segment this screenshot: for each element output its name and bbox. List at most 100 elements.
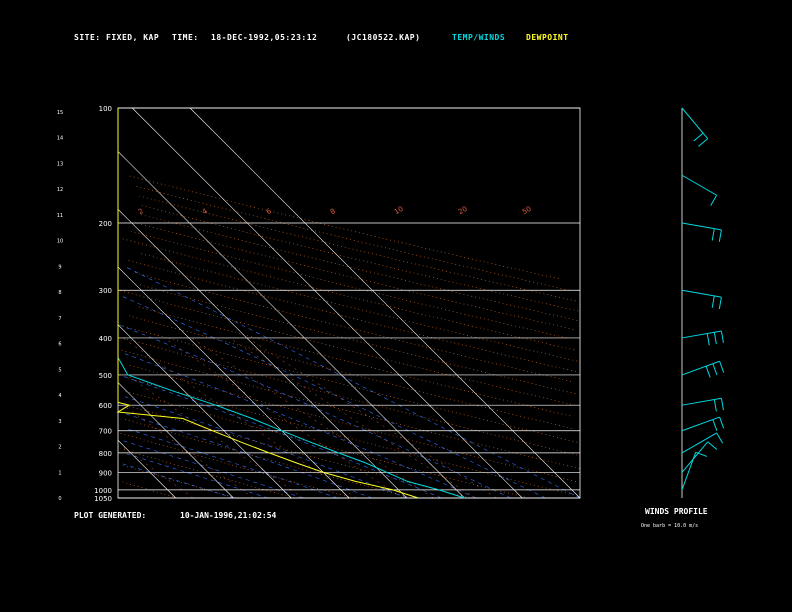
wind-profile <box>681 107 725 498</box>
height-km-label: 10 <box>57 239 63 245</box>
height-km-label: 5 <box>58 367 61 373</box>
wind-barb-flag <box>698 138 709 147</box>
dry-adiabat-line <box>119 324 578 443</box>
wind-barb-flag <box>718 229 722 242</box>
isotherm-line <box>117 324 292 499</box>
wind-barb-flag <box>718 297 722 310</box>
height-km-label: 0 <box>58 496 61 502</box>
wind-barb-flag <box>707 441 718 450</box>
isotherm-line <box>132 107 523 499</box>
isotherm-line <box>117 382 234 499</box>
height-km-label: 8 <box>58 290 61 296</box>
wind-barb-staff <box>681 432 717 454</box>
mixing-ratio-label: 20 <box>457 205 469 216</box>
pressure-label: 1050 <box>94 495 112 503</box>
wind-barb-staff <box>681 441 709 473</box>
plot-frame <box>117 107 581 499</box>
height-km-label: 14 <box>57 136 63 142</box>
moist-adiabat-line <box>119 324 511 499</box>
wind-barb-flag <box>719 416 725 429</box>
pressure-label: 300 <box>99 287 112 295</box>
wind-barb-flag <box>706 333 710 346</box>
barb-scale-note: One barb = 10.0 m/s <box>641 523 699 529</box>
wind-barb-flag <box>710 195 718 206</box>
dry-adiabat-line <box>141 205 579 312</box>
mixing-ratio-label: 8 <box>329 207 337 216</box>
dry-adiabat-line <box>135 305 571 417</box>
wind-barb-flag <box>719 361 725 373</box>
mixing-ratio-label: 6 <box>265 207 273 216</box>
wind-barb-flag <box>705 366 711 378</box>
plot-generated-label: PLOT GENERATED: <box>74 511 147 520</box>
dry-adiabat-lines <box>118 175 580 499</box>
moist-adiabat-line <box>125 428 338 499</box>
height-km-label: 12 <box>57 187 63 193</box>
dry-adiabat-line <box>121 464 236 499</box>
pressure-label: 800 <box>99 450 112 458</box>
axis-labels: 1002003004005006007008009001000105001234… <box>57 105 533 503</box>
moist-adiabat-line <box>123 452 269 499</box>
height-km-label: 3 <box>58 419 61 425</box>
mixing-ratio-label: 2 <box>137 207 145 216</box>
pressure-label: 1000 <box>94 487 112 495</box>
wind-barb-flag <box>711 228 715 241</box>
dry-adiabat-line <box>139 252 578 362</box>
isotherm-line <box>117 209 407 499</box>
dry-adiabat-line <box>130 230 567 339</box>
moist-adiabat-line <box>124 266 581 499</box>
winds-profile-title: WINDS PROFILE <box>645 507 708 516</box>
skewt-chart: 1002003004005006007008009001000105001234… <box>57 105 725 503</box>
wind-barb-staff <box>681 222 722 231</box>
isotherm-line <box>117 266 350 499</box>
wind-barb-flag <box>716 432 724 444</box>
dry-adiabat-line <box>120 448 295 499</box>
height-km-label: 1 <box>58 470 61 476</box>
mixing-ratio-label: 50 <box>521 205 533 216</box>
pressure-label: 400 <box>99 335 112 343</box>
pressure-label: 700 <box>99 428 112 436</box>
wind-barb-flag <box>712 363 718 376</box>
dry-adiabat-line <box>136 222 574 330</box>
dry-adiabat-line <box>134 272 572 382</box>
mixing-ratio-label: 4 <box>201 207 209 216</box>
dry-adiabat-line <box>127 175 559 280</box>
plot-border <box>117 107 581 499</box>
wind-barb-staff <box>681 289 722 298</box>
height-km-label: 9 <box>58 264 61 270</box>
height-km-label: 11 <box>57 213 63 219</box>
height-km-label: 7 <box>58 316 61 322</box>
mixing-ratio-label: 10 <box>393 205 405 216</box>
moist-adiabat-line <box>120 295 546 499</box>
wind-barb-staff <box>681 174 717 196</box>
wind-barb-flag <box>713 399 717 412</box>
dry-adiabat-line <box>138 284 576 394</box>
dry-adiabat-line <box>124 390 529 499</box>
dry-adiabat-line <box>122 238 575 351</box>
height-km-label: 6 <box>58 342 61 348</box>
height-km-label: 13 <box>57 161 63 167</box>
mixing-ratio-line <box>123 447 194 499</box>
dry-adiabat-line <box>120 349 580 469</box>
wind-barb-flag <box>711 295 715 308</box>
wind-barb-flag <box>713 332 717 345</box>
mixing-ratio-line <box>191 337 434 499</box>
isotherm-line <box>117 440 176 499</box>
pressure-label: 100 <box>99 105 112 113</box>
height-km-label: 15 <box>57 110 63 116</box>
plot-generated-value: 10-JAN-1996,21:02:54 <box>180 511 277 520</box>
isotherm-line <box>117 151 465 499</box>
wind-barb-flag <box>693 132 704 142</box>
height-km-label: 2 <box>58 445 61 451</box>
pressure-label: 200 <box>99 220 112 228</box>
pressure-lines <box>118 107 580 499</box>
isotherm-lines <box>117 107 581 499</box>
mixing-ratio-line <box>163 337 403 499</box>
pressure-label: 600 <box>99 402 112 410</box>
moist-adiabat-line <box>124 353 477 499</box>
dewpoint-line <box>116 108 419 499</box>
dry-adiabat-line <box>140 214 578 321</box>
pressure-label: 900 <box>99 469 112 477</box>
dry-adiabat-line <box>118 289 576 406</box>
moist-adiabat-line <box>119 462 234 499</box>
wind-barb-staff <box>681 107 709 139</box>
